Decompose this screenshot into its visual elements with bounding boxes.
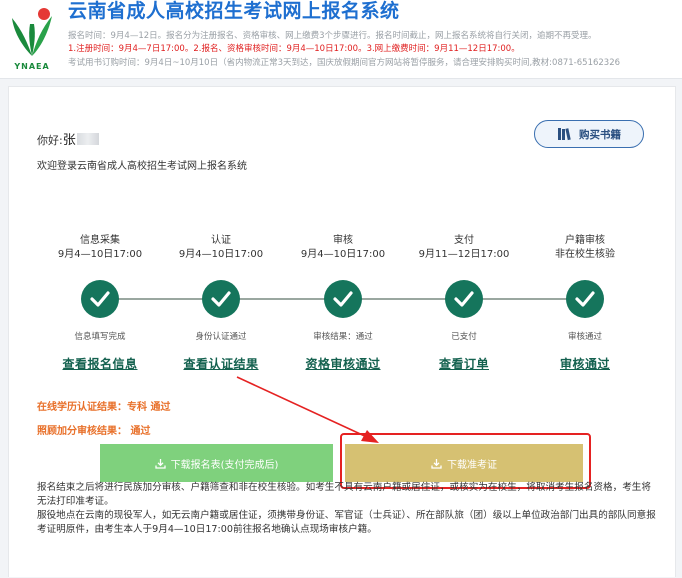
- step-title: 认证: [211, 235, 231, 246]
- step-household-review: 户籍审核 非在校生核验 审核通过 审核通过: [525, 234, 645, 372]
- check-icon: [333, 291, 353, 307]
- ynaea-logo: YNAEA: [4, 4, 60, 76]
- user-name: 张: [62, 133, 76, 148]
- step-complete-check: [324, 280, 362, 318]
- check-icon: [211, 291, 231, 307]
- step-authentication: 认证 9月4—10日17:00 身份认证通过 查看认证结果: [161, 234, 281, 372]
- user-greeting: 你好:张: [37, 129, 99, 148]
- buy-books-button[interactable]: 购买书籍: [534, 120, 644, 148]
- notice-books: 考试用书订购时间：9月4日~10月10日（省内物流正常3天到达，国庆放假期间官方…: [68, 58, 621, 68]
- step-date: 9月11—12日17:00: [418, 249, 510, 260]
- step-date: 9月4—10日17:00: [57, 249, 143, 260]
- logo-text: YNAEA: [14, 62, 50, 71]
- step-status: 审核通过: [567, 332, 602, 342]
- books-icon: [558, 128, 571, 141]
- check-icon: [454, 291, 474, 307]
- name-mask: [76, 133, 99, 145]
- qualification-passed-link[interactable]: 资格审核通过: [305, 355, 380, 372]
- step-title: 户籍审核: [565, 235, 605, 246]
- check-icon: [90, 291, 110, 307]
- site-header: YNAEA 云南省成人高校招生考试网上报名系统 报名时间：9月4—12日。报名分…: [0, 0, 682, 79]
- download-registration-form-button[interactable]: 下载报名表(支付完成后): [100, 444, 333, 482]
- step-status: 已支付: [451, 332, 477, 342]
- step-status: 信息填写完成: [74, 332, 126, 342]
- step-info-collect: 信息采集 9月4—10日17:00 信息填写完成 查看报名信息: [40, 234, 160, 372]
- main-panel: 你好:张 欢迎登录云南省成人高校招生考试网上报名系统 购买书籍 信息采集 9月4…: [8, 86, 676, 577]
- step-title: 信息采集: [80, 235, 120, 246]
- check-icon: [575, 291, 595, 307]
- info-paragraph: 报名结束之后将进行民族加分审核、户籍筛查和非在校生核验。如考生不具有云南户籍或居…: [37, 482, 651, 507]
- step-complete-check: [202, 280, 240, 318]
- info-paragraph: 服役地点在云南的现役军人，如无云南户籍或居住证，须携带身份证、军官证（士兵证）、…: [37, 510, 656, 535]
- notice-registration: 报名时间：9月4—12日。报名分为注册报名、资格审核、网上缴费3个步骤进行。报名…: [68, 31, 597, 41]
- download-icon: [154, 458, 166, 469]
- step-title: 审核: [333, 235, 353, 246]
- view-order-link[interactable]: 查看订单: [439, 355, 489, 372]
- household-passed-link[interactable]: 审核通过: [560, 355, 610, 372]
- step-review: 审核 9月4—10日17:00 审核结果：通过 资格审核通过: [283, 234, 403, 372]
- download-form-label: 下载报名表(支付完成后): [170, 459, 279, 471]
- view-auth-result-link[interactable]: 查看认证结果: [183, 355, 258, 372]
- site-title: 云南省成人高校招生考试网上报名系统: [68, 0, 400, 22]
- bonus-review-result: 照顾加分审核结果： 通过: [37, 426, 151, 437]
- step-status: 身份认证通过: [195, 332, 247, 342]
- step-status: 审核结果：通过: [313, 332, 373, 342]
- buy-books-label: 购买书籍: [579, 128, 621, 141]
- step-payment: 支付 9月11—12日17:00 已支付 查看订单: [404, 234, 524, 372]
- logo-leaf-icon: [12, 8, 52, 56]
- step-date: 非在校生核验: [555, 249, 615, 260]
- notice-schedule: 1.注册时间：9月4—7日17:00。2.报名、资格审核时间：9月4—10日17…: [68, 44, 520, 54]
- step-complete-check: [445, 280, 483, 318]
- step-title: 支付: [454, 235, 474, 246]
- step-complete-check: [81, 280, 119, 318]
- notice-info: 报名结束之后将进行民族加分审核、户籍筛查和非在校生核验。如考生不具有云南户籍或居…: [37, 481, 657, 537]
- greeting-prefix: 你好:: [37, 134, 63, 147]
- step-date: 9月4—10日17:00: [300, 249, 386, 260]
- education-verification-result: 在线学历认证结果：专科 通过: [37, 402, 171, 413]
- step-date: 9月4—10日17:00: [178, 249, 264, 260]
- view-registration-info-link[interactable]: 查看报名信息: [62, 355, 137, 372]
- welcome-text: 欢迎登录云南省成人高校招生考试网上报名系统: [37, 161, 247, 172]
- step-complete-check: [566, 280, 604, 318]
